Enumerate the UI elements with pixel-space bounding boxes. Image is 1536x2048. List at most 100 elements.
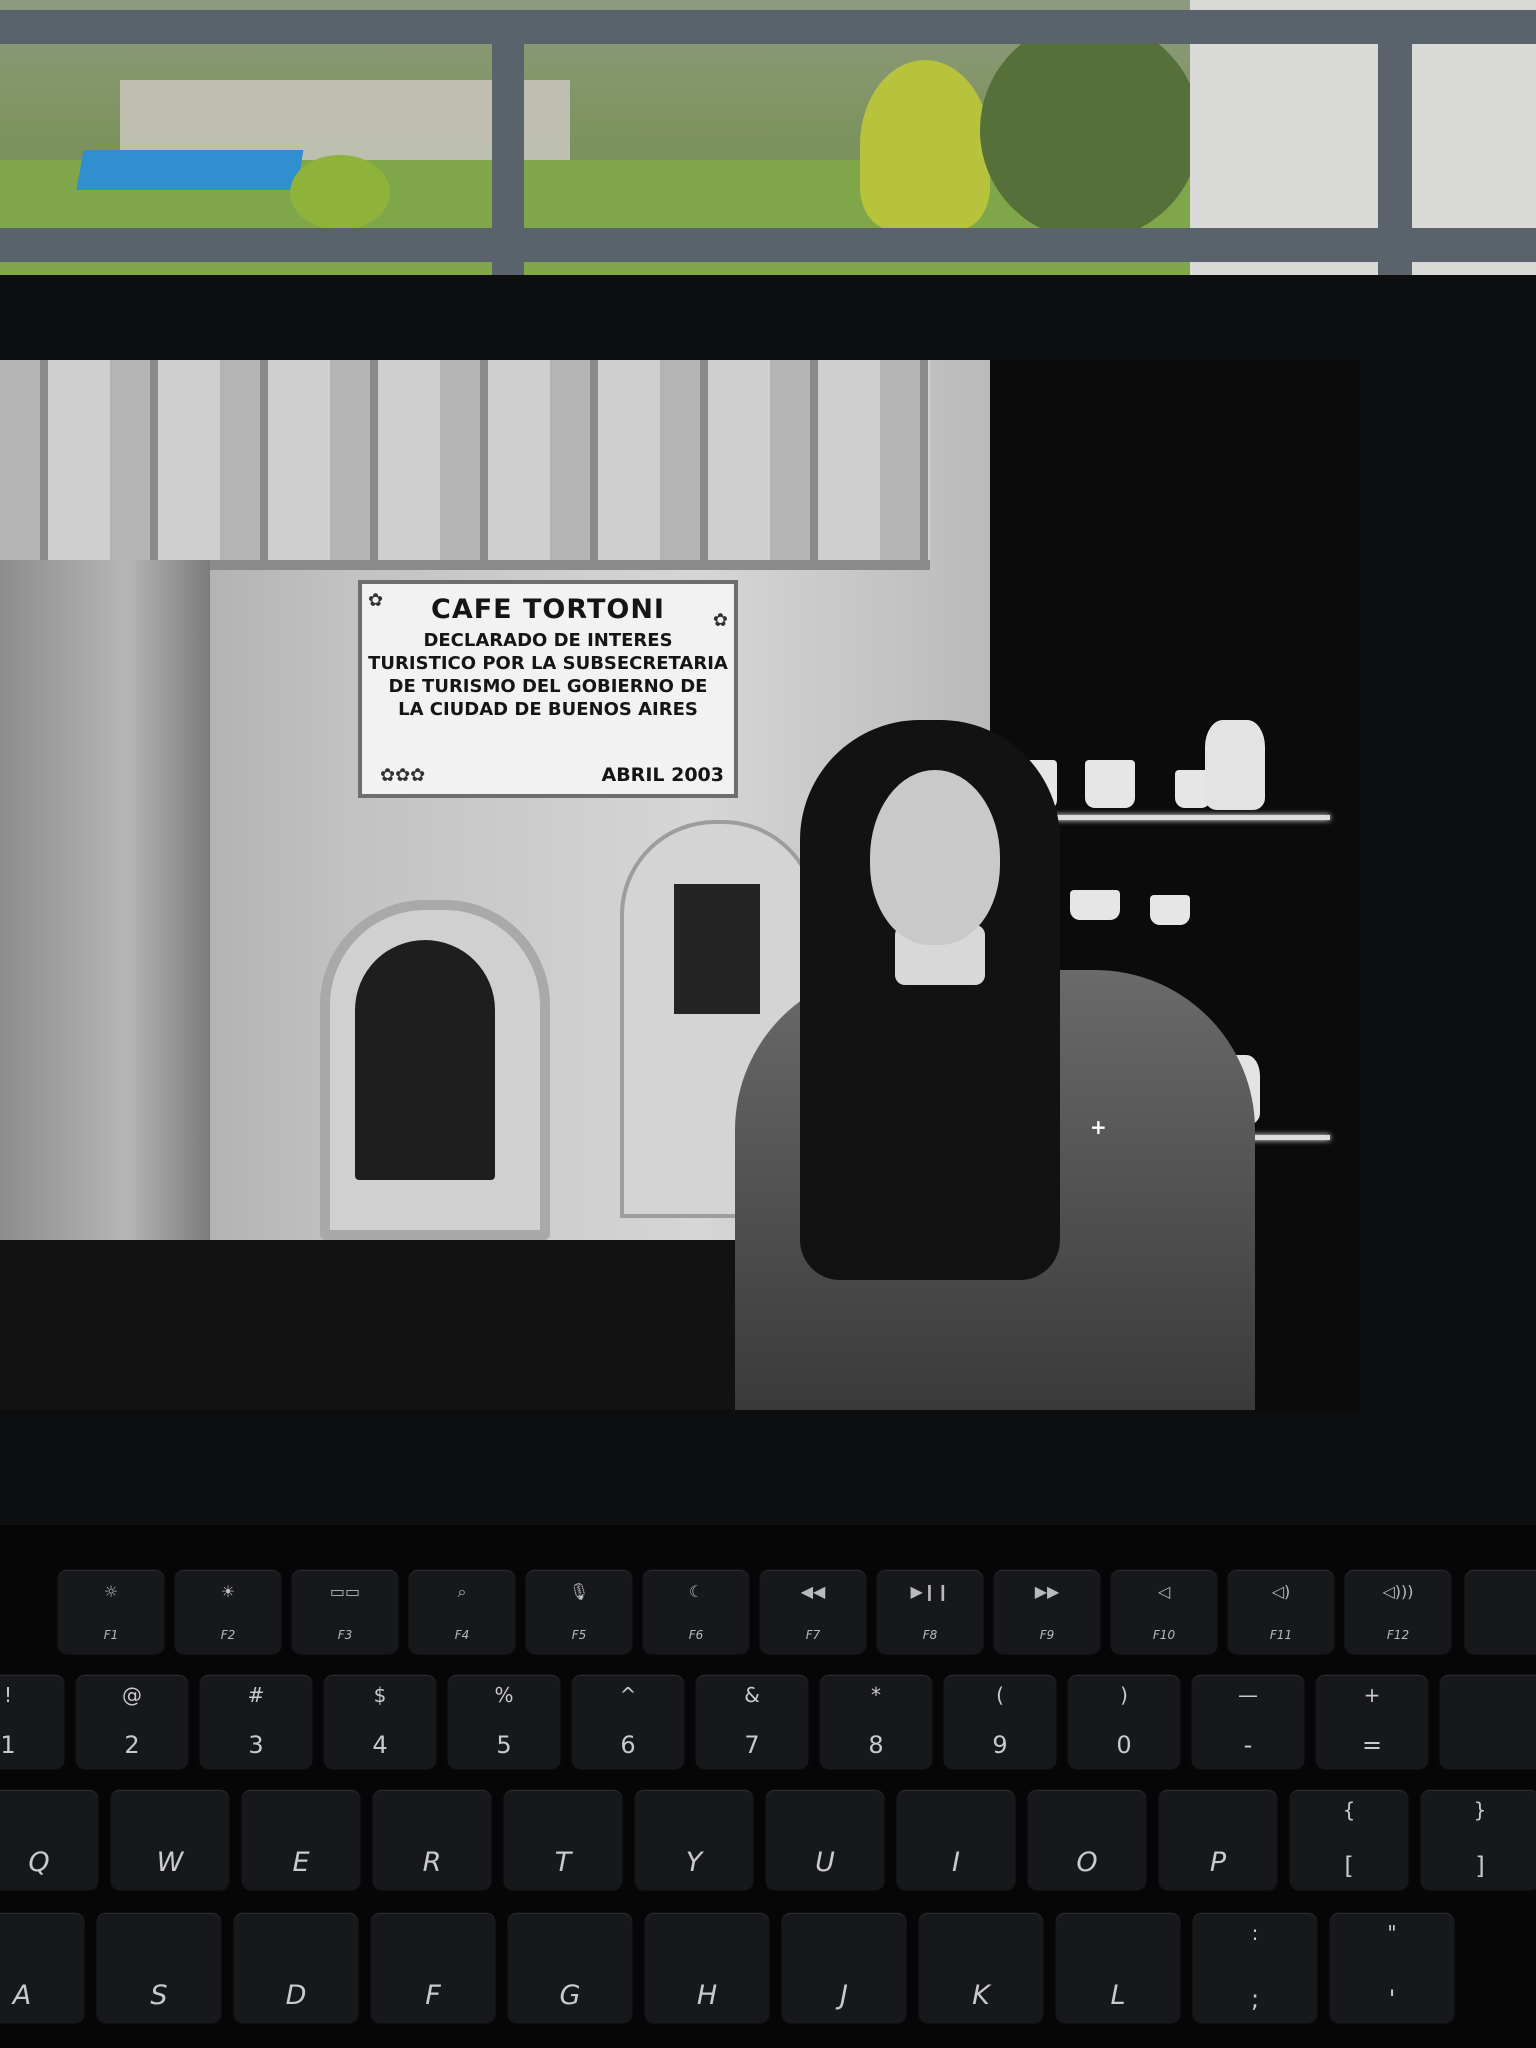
balcony-view [0, 0, 1536, 290]
key-label: F2 [220, 1628, 236, 1642]
key-t[interactable]: T [504, 1790, 622, 1890]
key-punctuation[interactable]: " ' [1330, 1913, 1454, 2023]
key-shift-symbol: " [1387, 1921, 1397, 1945]
key-f12[interactable]: ◁))) F12 [1345, 1570, 1451, 1654]
cup [1150, 895, 1190, 925]
key-o[interactable]: O [1028, 1790, 1146, 1890]
key-letter: O [1076, 1847, 1098, 1878]
key-4[interactable]: $4 [324, 1675, 436, 1769]
key-shift-symbol: ! [3, 1683, 13, 1707]
key-f11[interactable]: ◁) F11 [1228, 1570, 1334, 1654]
key-i[interactable]: I [897, 1790, 1015, 1890]
key-shift-symbol: ) [1120, 1683, 1128, 1707]
key-shift-symbol: { [1342, 1798, 1356, 1822]
key-label: F10 [1152, 1628, 1176, 1642]
yellow-tree [860, 60, 990, 230]
key-shift-symbol: & [744, 1683, 760, 1707]
microphone-icon: 🎙 [568, 1582, 590, 1601]
key-bracket[interactable]: {[ [1290, 1790, 1408, 1890]
key-main-symbol: 9 [992, 1731, 1008, 1759]
bush [290, 155, 390, 230]
key-shift-symbol: + [1363, 1683, 1381, 1707]
key-k[interactable]: K [919, 1913, 1043, 2023]
key-main-symbol: 2 [124, 1731, 140, 1759]
key-label: F1 [103, 1628, 119, 1642]
carved-pilaster [0, 560, 210, 1310]
key-5[interactable]: % 5 [448, 1675, 560, 1769]
key-label: F7 [805, 1628, 821, 1642]
key-=[interactable]: + = [1316, 1675, 1428, 1769]
key-letter: R [422, 1847, 442, 1878]
plaque-line: TURISTICO POR LA SUBSECRETARIA [368, 653, 728, 674]
key-label: F4 [454, 1628, 470, 1642]
key-label: F12 [1386, 1628, 1410, 1642]
key-shift-symbol: ^ [619, 1683, 637, 1707]
flower-ornament-icon: ✿✿✿ [380, 765, 426, 786]
coffee-pot [1205, 720, 1265, 810]
mission-control-icon: ▭▭ [329, 1582, 361, 1601]
key-e[interactable]: E [242, 1790, 360, 1890]
key-delete[interactable] [1440, 1675, 1536, 1769]
key-letter: Y [685, 1847, 703, 1878]
key-punctuation[interactable]: :; [1193, 1913, 1317, 2023]
key-f1[interactable]: ☼ F1 [58, 1570, 164, 1654]
key-f5[interactable]: 🎙 F5 [526, 1570, 632, 1654]
key-a[interactable]: A [0, 1913, 84, 2023]
flower-ornament-icon: ✿ [368, 590, 384, 611]
key-0[interactable]: ) 0 [1068, 1675, 1180, 1769]
key-y[interactable]: Y [635, 1790, 753, 1890]
key-f9[interactable]: ▶▶ F9 [994, 1570, 1100, 1654]
key-3[interactable]: #3 [200, 1675, 312, 1769]
key-main-symbol: = [1361, 1731, 1383, 1759]
key-l[interactable]: L [1056, 1913, 1180, 2023]
key-d[interactable]: D [234, 1913, 358, 2023]
key-letter: Q [28, 1847, 50, 1878]
key-f10[interactable]: ◁ F10 [1111, 1570, 1217, 1654]
key-2[interactable]: @2 [76, 1675, 188, 1769]
key-u[interactable]: U [766, 1790, 884, 1890]
key-letter: H [696, 1980, 718, 2011]
key-q[interactable]: Q [0, 1790, 98, 1890]
key-r[interactable]: R [373, 1790, 491, 1890]
key-f6[interactable]: ☾ F6 [643, 1570, 749, 1654]
key-main-symbol: ] [1475, 1852, 1485, 1880]
cup [1070, 890, 1120, 920]
key-f[interactable]: F [371, 1913, 495, 2023]
key-power[interactable] [1465, 1570, 1536, 1654]
key-s[interactable]: S [97, 1913, 221, 2023]
key-f7[interactable]: ◀◀ F7 [760, 1570, 866, 1654]
key-main-symbol: 8 [868, 1731, 884, 1759]
key-6[interactable]: ^ 6 [572, 1675, 684, 1769]
key-shift-symbol: ( [996, 1683, 1004, 1707]
key-shift-symbol: } [1473, 1798, 1487, 1822]
key-f8[interactable]: ▶❙❙ F8 [877, 1570, 983, 1654]
key-f3[interactable]: ▭▭ F3 [292, 1570, 398, 1654]
key-shift-symbol: # [247, 1683, 265, 1707]
plaque-line: DE TURISMO DEL GOBIERNO DE [388, 676, 708, 697]
key--[interactable]: — - [1192, 1675, 1304, 1769]
key-letter: K [972, 1980, 990, 2011]
key-1[interactable]: ! 1 [0, 1675, 64, 1769]
key-8[interactable]: * 8 [820, 1675, 932, 1769]
key-f4[interactable]: ⌕ F4 [409, 1570, 515, 1654]
swimming-pool [76, 150, 304, 190]
key-7[interactable]: & 7 [696, 1675, 808, 1769]
key-main-symbol: 5 [496, 1731, 512, 1759]
key-main-symbol: 3 [248, 1731, 264, 1759]
key-g[interactable]: G [508, 1913, 632, 2023]
key-f2[interactable]: ☀ F2 [175, 1570, 281, 1654]
key-bracket[interactable]: }] [1421, 1790, 1536, 1890]
key-9[interactable]: (9 [944, 1675, 1056, 1769]
key-main-symbol: ' [1388, 1985, 1396, 2013]
key-letter: T [554, 1847, 572, 1878]
key-letter: J [840, 1980, 848, 2011]
key-p[interactable]: P [1159, 1790, 1277, 1890]
key-h[interactable]: H [645, 1913, 769, 2023]
brightness-down-icon: ☼ [103, 1582, 119, 1601]
key-letter: G [559, 1980, 581, 2011]
key-j[interactable]: J [782, 1913, 906, 2023]
key-letter: I [952, 1847, 960, 1878]
laptop-keyboard: ☼ F1 ☀ F2 ▭▭ F3 ⌕ F4 🎙 F5 ☾ F6 ◀◀ F7 ▶❙❙ F8 ▶▶ F9 ◁ F10 ◁) F1… [0, 1525, 1536, 2048]
key-label: F8 [922, 1628, 938, 1642]
key-w[interactable]: W [111, 1790, 229, 1890]
